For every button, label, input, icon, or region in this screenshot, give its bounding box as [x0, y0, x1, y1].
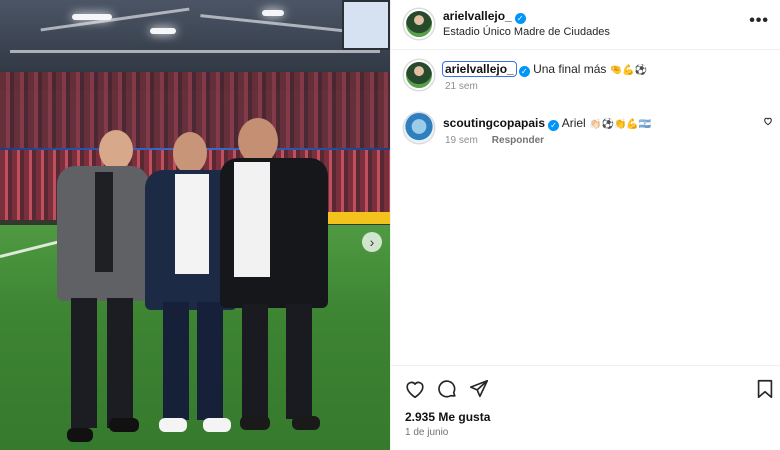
more-options-icon[interactable]: ••• — [749, 12, 769, 30]
post-location[interactable]: Estadio Único Madre de Ciudades — [443, 26, 610, 38]
share-icon[interactable] — [468, 378, 490, 400]
comment-username[interactable]: scoutingcopapais — [443, 116, 545, 130]
roof-truss — [10, 50, 380, 53]
caption-emoji: 🤏💪⚽ — [609, 65, 648, 76]
comment-like-icon[interactable] — [763, 116, 773, 126]
comment-icon[interactable] — [436, 378, 458, 400]
post-photo[interactable]: › — [0, 0, 390, 450]
author-avatar[interactable] — [404, 9, 434, 39]
like-count[interactable]: 2.935 Me gusta — [405, 410, 490, 424]
caption-meta: 21 sem — [445, 81, 478, 92]
post-side-panel: arielvallejo_ ✓ Estadio Único Madre de Ci… — [390, 0, 780, 450]
verified-icon: ✓ — [548, 120, 560, 131]
comment-emoji: 👏🏻⚽👏💪🇦🇷 — [589, 119, 652, 130]
caption-username[interactable]: arielvallejo_ — [442, 61, 517, 77]
comment-time[interactable]: 19 sem — [445, 135, 478, 146]
comment-body: Ariel — [561, 116, 586, 130]
comment-row: scoutingcopapais ✓ Ariel 👏🏻⚽👏💪🇦🇷 19 sem Re… — [391, 110, 780, 154]
caption-text: arielvallejo_ ✓ Una final más 🤏💪⚽ — [442, 61, 648, 77]
reply-button[interactable]: Responder — [492, 135, 544, 146]
caption-body: Una final más — [533, 62, 607, 76]
comment-meta: 19 sem Responder — [445, 135, 544, 146]
comment-text: scoutingcopapais ✓ Ariel 👏🏻⚽👏💪🇦🇷 — [443, 116, 651, 131]
ad-board — [325, 212, 390, 224]
verified-icon: ✓ — [514, 13, 526, 24]
chevron-right-icon: › — [369, 234, 375, 250]
post-header: arielvallejo_ ✓ Estadio Único Madre de Ci… — [391, 0, 780, 50]
verified-icon: ✓ — [518, 66, 530, 77]
stadium-light — [72, 14, 112, 20]
caption-avatar[interactable] — [404, 60, 434, 90]
bookmark-icon[interactable] — [754, 378, 776, 400]
post-actions: 2.935 Me gusta 1 de junio — [391, 365, 780, 450]
stadium-light — [262, 10, 284, 16]
heart-icon[interactable] — [404, 378, 426, 400]
stadium-screen — [342, 0, 390, 50]
caption-time[interactable]: 21 sem — [445, 81, 478, 92]
post-date[interactable]: 1 de junio — [405, 427, 448, 438]
author-username[interactable]: arielvallejo_ — [443, 9, 512, 23]
caption-row: arielvallejo_ ✓ Una final más 🤏💪⚽ 21 sem — [391, 56, 780, 100]
next-photo-button[interactable]: › — [362, 232, 382, 252]
commenter-avatar[interactable] — [404, 113, 434, 143]
stadium-light — [150, 28, 176, 34]
